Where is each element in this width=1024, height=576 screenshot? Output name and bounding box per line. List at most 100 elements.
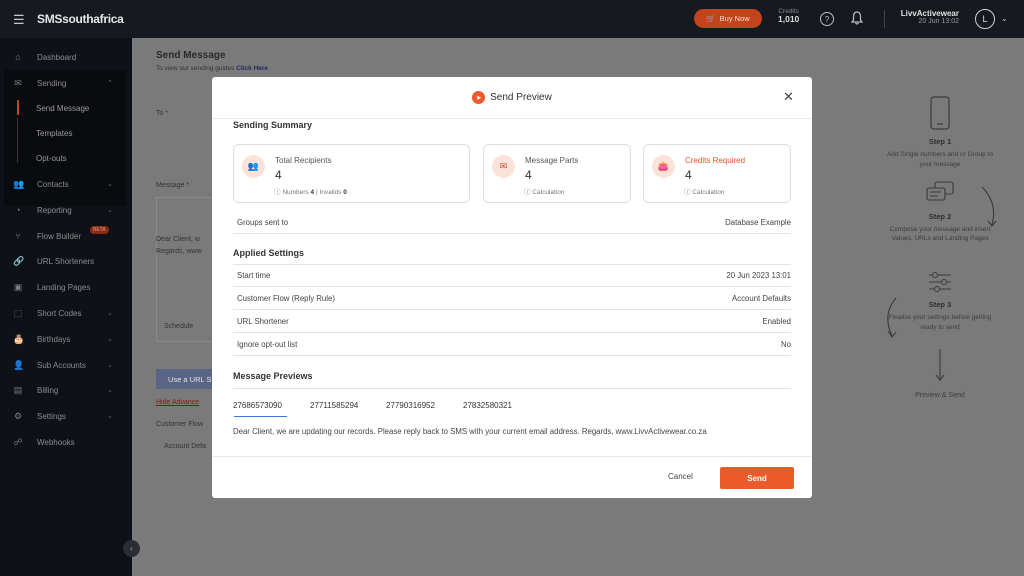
avatar[interactable]: L: [975, 9, 995, 29]
arrow-down-icon: [935, 348, 945, 381]
curved-arrow-icon: [887, 297, 897, 338]
beta-badge: BETA: [90, 226, 109, 234]
applied-settings-heading: Applied Settings: [233, 248, 305, 258]
buy-now-button[interactable]: 🛒 Buy Now: [694, 9, 762, 28]
modal-title: Send Preview: [490, 92, 552, 103]
billing-icon: ▤: [13, 385, 23, 395]
preview-send-step: Preview & Send: [915, 391, 965, 399]
message-preview-text: Dear Client, we are updating our records…: [233, 427, 707, 436]
modal-footer-divider: [212, 456, 812, 457]
collapse-sidebar-button[interactable]: ‹: [123, 540, 140, 557]
curved-arrow-icon: [981, 186, 997, 227]
chevron-up-icon: ⌃: [107, 80, 113, 87]
send-preview-modal: ➤ Send Preview ✕ Sending Summary 👥 Total…: [212, 77, 812, 498]
close-icon[interactable]: ✕: [783, 90, 794, 103]
modal-header: ➤ Send Preview: [212, 77, 812, 119]
sidebar-item-url-shorteners[interactable]: 🔗 URL Shorteners: [0, 251, 132, 271]
hamburger-menu-icon[interactable]: ☰: [13, 13, 27, 26]
sidebar-item-short-codes[interactable]: ⬚ Short Codes ⌄: [0, 303, 132, 323]
credits-display: Credits 1,010: [778, 8, 800, 25]
mail-icon: ✉: [14, 78, 22, 88]
to-label: To *: [156, 110, 169, 117]
cart-icon: 🛒: [706, 14, 716, 23]
setting-row-ignore-opt-out: Ignore opt-out list No: [233, 333, 791, 356]
credits-required-card: 👛 Credits Required 4 ⓘ Calculation: [643, 144, 791, 203]
total-recipients-card: 👥 Total Recipients 4 ⓘ Numbers 4 | Inval…: [233, 144, 470, 203]
customer-flow-select[interactable]: Account Defa: [164, 443, 206, 450]
hide-advanced-link[interactable]: Hide Advance: [156, 399, 199, 406]
active-tab-indicator: [234, 416, 287, 417]
contacts-icon: 👥: [13, 179, 25, 189]
tab-number-4[interactable]: 27832580321: [463, 401, 512, 410]
chevron-down-icon: ⌄: [107, 310, 113, 317]
tab-number-1[interactable]: 27686573090: [233, 401, 282, 410]
sidebar-item-landing-pages[interactable]: ▣ Landing Pages: [0, 277, 132, 297]
chevron-down-icon: ⌄: [107, 207, 113, 214]
sidebar-item-webhooks[interactable]: ☍ Webhooks: [0, 432, 132, 452]
chevron-down-icon: ⌄: [107, 181, 113, 188]
sidebar-item-settings[interactable]: ⚙ Settings ⌄: [0, 406, 132, 426]
sidebar-item-opt-outs[interactable]: Opt-outs: [0, 148, 132, 168]
use-url-shortener-button[interactable]: Use a URL S: [156, 369, 216, 389]
sending-summary-heading: Sending Summary: [233, 120, 313, 130]
page-subtitle: To view our sending guides Click Here: [156, 65, 269, 72]
info-icon: ⓘ: [524, 189, 531, 196]
message-previews-heading: Message Previews: [233, 371, 313, 381]
message-preview-line-2: Regards, www: [156, 248, 202, 255]
message-preview-line-1: Dear Client, w: [156, 236, 200, 243]
sidebar-item-sending[interactable]: ✉ Sending ⌃: [0, 73, 132, 93]
chevron-down-icon: ⌄: [107, 336, 113, 343]
sidebar-item-send-message[interactable]: Send Message: [0, 98, 132, 118]
webhook-icon: ☍: [13, 437, 23, 447]
shortcode-icon: ⬚: [13, 308, 23, 318]
tab-number-3[interactable]: 27790316952: [386, 401, 435, 410]
step-1-desc: Add Single numbers and or Group to your …: [887, 151, 993, 168]
wallet-icon: 👛: [652, 155, 675, 178]
sliders-icon: [929, 272, 951, 292]
cancel-button[interactable]: Cancel: [668, 472, 693, 481]
tab-number-2[interactable]: 27711585294: [310, 401, 358, 410]
bell-icon[interactable]: [851, 11, 863, 25]
message-editor[interactable]: [156, 197, 216, 342]
page-icon: ▣: [13, 282, 23, 292]
chat-icon: [926, 180, 954, 201]
flow-icon: ⑂: [15, 231, 21, 241]
schedule-label: Schedule: [164, 323, 194, 330]
chevron-down-icon: ⌄: [107, 362, 113, 369]
sidebar-item-templates[interactable]: Templates: [0, 123, 132, 143]
users-icon: 👥: [242, 155, 265, 178]
sidebar-item-dashboard[interactable]: ⌂ Dashboard: [0, 47, 132, 67]
phone-icon: [930, 96, 950, 130]
sidebar-item-sub-accounts[interactable]: 👤 Sub Accounts ⌄: [0, 355, 132, 375]
message-parts-card: ✉ Message Parts 4 ⓘ Calculation: [483, 144, 631, 203]
gear-icon: ⚙: [13, 411, 23, 421]
sidebar-item-billing[interactable]: ▤ Billing ⌄: [0, 380, 132, 400]
cake-icon: 🎂: [13, 334, 25, 344]
sidebar-item-birthdays[interactable]: 🎂 Birthdays ⌄: [0, 329, 132, 349]
steps-panel: Step 1 Add Single numbers and or Group t…: [880, 95, 1000, 401]
chevron-down-icon[interactable]: ⌄: [1001, 14, 1008, 23]
home-icon: ⌂: [15, 52, 21, 62]
user-info[interactable]: LivvActivewear 20 Jun 13:02: [890, 9, 959, 26]
help-icon[interactable]: ?: [820, 12, 834, 26]
send-icon: ➤: [472, 91, 486, 104]
info-icon: ⓘ: [684, 189, 691, 196]
chevron-down-icon: ⌄: [107, 387, 113, 394]
send-button[interactable]: Send: [720, 467, 794, 489]
sidebar-item-flow-builder[interactable]: ⑂ Flow Builder BETA: [0, 226, 132, 246]
sidebar-item-reporting[interactable]: ◔ Reporting ⌄: [0, 200, 132, 220]
setting-row-customer-flow: Customer Flow (Reply Rule) Account Defau…: [233, 287, 791, 310]
chart-icon: ◔: [15, 205, 21, 215]
subaccount-icon: 👤: [13, 360, 25, 370]
sidebar-item-contacts[interactable]: 👥 Contacts ⌄: [0, 174, 132, 194]
message-icon: ✉: [492, 155, 515, 178]
setting-row-url-shortener: URL Shortener Enabled: [233, 310, 791, 333]
top-bar: ☰ SMSsouthafrica 🛒 Buy Now Credits 1,010…: [0, 0, 1024, 38]
recipients-breakdown: ⓘ Numbers 4 | Invalids 0: [274, 189, 347, 196]
step-1-title: Step 1: [928, 137, 952, 146]
message-label: Message *: [156, 182, 190, 189]
number-tabs: 27686573090 27711585294 27790316952 2783…: [233, 388, 791, 418]
sidebar: ⌂ Dashboard ✉ Sending ⌃ Send Message Tem…: [0, 38, 140, 576]
chevron-down-icon: ⌄: [107, 413, 113, 420]
app-logo[interactable]: SMSsouthafrica: [37, 12, 124, 26]
